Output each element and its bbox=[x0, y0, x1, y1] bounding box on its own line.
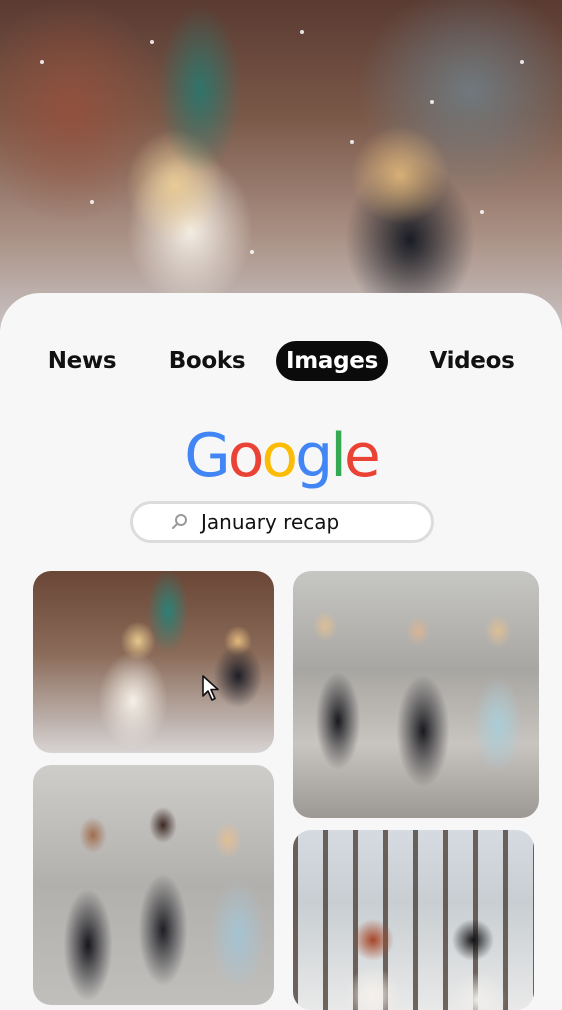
result-image-4[interactable] bbox=[293, 830, 534, 1010]
search-icon bbox=[171, 513, 189, 536]
tab-bar: News Books Images Videos bbox=[0, 341, 562, 381]
tab-images[interactable]: Images bbox=[276, 341, 388, 381]
tab-books[interactable]: Books bbox=[167, 341, 247, 381]
logo-letter: G bbox=[184, 421, 230, 491]
logo-letter: o bbox=[227, 421, 265, 491]
mouse-pointer-icon bbox=[201, 674, 221, 707]
logo-letter: g bbox=[295, 421, 333, 491]
hero-photo bbox=[0, 0, 562, 330]
search-input[interactable]: January recap bbox=[130, 501, 434, 543]
logo-letter: l bbox=[330, 421, 347, 491]
google-logo: Google bbox=[0, 420, 562, 492]
tab-news[interactable]: News bbox=[46, 341, 118, 381]
search-query: January recap bbox=[201, 510, 340, 534]
logo-letter: e bbox=[343, 421, 381, 491]
logo-letter: o bbox=[261, 421, 298, 491]
result-image-2[interactable] bbox=[293, 571, 539, 818]
tab-videos[interactable]: Videos bbox=[428, 341, 516, 381]
result-image-1[interactable] bbox=[33, 571, 274, 753]
result-image-3[interactable] bbox=[33, 765, 274, 1005]
